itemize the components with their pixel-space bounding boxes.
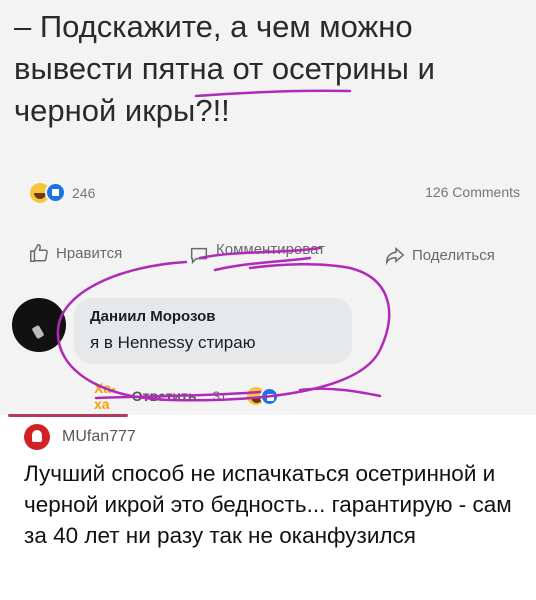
like-button[interactable]: Нравится [28, 242, 122, 264]
reply-user-row: MUfan777 [24, 424, 136, 450]
comment-reactions[interactable] [246, 386, 279, 406]
divider [8, 414, 128, 417]
like-label: Нравится [56, 244, 123, 262]
post-stats: 246 126 Comments [30, 182, 520, 206]
reply-post: MUfan777 Лучший способ не испачкаться ос… [0, 418, 536, 600]
comment-author[interactable]: Даниил Морозов [90, 308, 336, 325]
reactions-summary[interactable]: 246 [30, 182, 95, 203]
comment-time: 3т [212, 388, 227, 404]
comment-button[interactable]: Комментироват [188, 232, 325, 266]
share-label: Поделиться [412, 246, 495, 264]
reply-text: Лучший способ не испачкаться осетринной … [24, 461, 512, 548]
reply-link[interactable]: Ответить [132, 388, 197, 404]
user-avatar-icon[interactable] [24, 424, 50, 450]
share-arrow-icon [386, 246, 405, 266]
like-reaction-icon [259, 386, 279, 406]
reply-username[interactable]: MUfan777 [62, 428, 136, 446]
post-text: – Подскажите, а чем можно вывести пятна … [14, 9, 435, 128]
post-action-bar: Нравится Комментироват Поделиться [28, 238, 528, 272]
comment-label: Комментироват [216, 240, 325, 258]
haha-link[interactable]: Ха-ха [94, 380, 116, 412]
like-reaction-icon [45, 182, 66, 203]
comment-meta: Ха-ха Ответить 3т [94, 380, 279, 412]
comment-bubble-icon [190, 247, 208, 265]
share-button[interactable]: Поделиться [384, 244, 495, 266]
reactions-count: 246 [72, 184, 96, 201]
avatar[interactable] [12, 298, 66, 352]
thumbs-up-icon [30, 244, 48, 262]
comment-text: я в Hennessy стираю [90, 333, 256, 352]
comments-count[interactable]: 126 Comments [425, 184, 520, 200]
comment-bubble: Даниил Морозов я в Hennessy стираю [74, 298, 352, 364]
facebook-post-screenshot: – Подскажите, а чем можно вывести пятна … [0, 0, 536, 415]
